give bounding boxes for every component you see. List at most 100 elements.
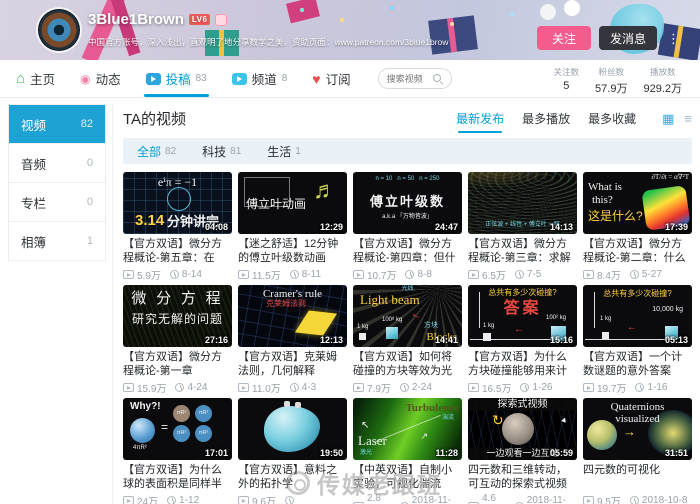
video-card[interactable]: 17:01 Why?!4πR²=πR²πR²πR²πR² 【官方双语】为什么球的… (123, 398, 232, 504)
video-card[interactable]: 05:59 探索式视频一边观看一边互动↻▲ 四元数和三维转动，可互动的探索式视频… (468, 398, 577, 504)
video-title[interactable]: 【官方双语】微分方程概论-第一章 (123, 350, 232, 378)
video-meta: 15.9万 4-24 (123, 380, 232, 395)
video-card[interactable]: 15:16 总共有多少次碰撞?答案1 kg100² kg← 【官方双语】为什么方… (468, 285, 577, 395)
filter-tech[interactable]: 科技 81 (202, 143, 241, 160)
video-thumbnail[interactable]: 11:28 Turbulence湍流Laser激光↖↗ (353, 398, 462, 460)
nav-item-channels[interactable]: 频道 8 (232, 60, 288, 97)
username-row: 3Blue1Brown LV6 (88, 11, 227, 28)
filter-all[interactable]: 全部 82 (137, 143, 176, 160)
publish-date: 4-3 (302, 382, 316, 393)
message-button[interactable]: 发消息 (599, 26, 657, 50)
play-count-group: 11.0万 (238, 380, 281, 395)
nav-item-home[interactable]: ⌂ 主页 (16, 60, 55, 97)
play-count-icon (238, 383, 249, 392)
video-card[interactable]: 31:51 Quaternionsvisualized→ 四元数的可视化 9.5… (583, 398, 692, 504)
thumbnail-text: 10,000 kg (652, 306, 683, 314)
video-thumbnail[interactable]: 05:59 探索式视频一边观看一边互动↻▲ (468, 398, 577, 460)
video-title[interactable]: 【官方双语】一个计数谜题的意外答案 (583, 350, 692, 378)
video-thumbnail[interactable]: 05:13 总共有多少次碰撞?10,000 kg1 kg← (583, 285, 692, 347)
thumbnail-text: 湍流 (442, 415, 454, 422)
video-card[interactable]: 27:16 微 分 方 程研究无解的问题 【官方双语】微分方程概论-第一章 15… (123, 285, 232, 395)
video-title[interactable]: 【官方双语】为什么方块碰撞能够用来计算π? (468, 350, 577, 378)
video-thumbnail[interactable]: 31:51 Quaternionsvisualized→ (583, 398, 692, 460)
thumbnail-text: 总共有多少次碰撞? (468, 289, 577, 298)
thumbnail-text: 1 kg (357, 324, 368, 331)
video-thumbnail[interactable]: 14:13 正弦波 + 线性 + 傅立叶 = 解 (468, 172, 577, 234)
level-badge: LV6 (189, 14, 211, 25)
video-title[interactable]: 【官方双语】微分方程概论-第三章：求解热传导方程 (468, 237, 577, 265)
content-area: 视频 82 音频 0 专栏 0 相簿 1 TA的视频 最新发布 最多播放 最多收… (0, 98, 700, 504)
video-thumbnail[interactable]: 27:16 微 分 方 程研究无解的问题 (123, 285, 232, 347)
video-title[interactable]: 【官方双语】微分方程概论-第四章：但什么是傅立叶级数呢? -从热 (353, 237, 462, 265)
follow-button[interactable]: 关注 (537, 26, 591, 50)
video-card[interactable]: 04:08 eⁱπ = −13.14分钟讲完 【官方双语】微分方程概论-第五章：… (123, 172, 232, 282)
video-card[interactable]: 19:50 【官方双语】意料之外的拓扑学 9.6万 (238, 398, 347, 504)
video-thumbnail[interactable]: 19:50 (238, 398, 347, 460)
video-title[interactable]: 【官方双语】微分方程概论-第五章：在3.14分钟内理解e^iπ (123, 237, 232, 265)
banner-gift-box (428, 15, 478, 54)
sidebar-item-videos[interactable]: 视频 82 (9, 105, 105, 144)
video-thumbnail[interactable]: 12:13 Cramer's rule克莱姆法则 (238, 285, 347, 347)
thumbnail-text: Laser (358, 434, 387, 448)
play-count-group: 5.9万 (123, 267, 161, 282)
thumbnail-text: Why?! (130, 401, 161, 412)
grid-view-icon[interactable]: ▦ (662, 112, 674, 125)
play-count-icon (123, 383, 134, 392)
video-thumbnail[interactable]: 12:29 傅立叶动画♬ (238, 172, 347, 234)
video-title[interactable]: 【官方双语】如何将碰撞的方块等效为光线...来计算π? (353, 350, 462, 378)
search-icon[interactable] (433, 74, 443, 84)
video-thumbnail[interactable]: 15:16 总共有多少次碰撞?答案1 kg100² kg← (468, 285, 577, 347)
video-card[interactable]: 14:41 光线Light beam方块Blocks1 kg100ᵈ kg← 【… (353, 285, 462, 395)
filter-life[interactable]: 生活 1 (267, 143, 301, 160)
sort-most-played[interactable]: 最多播放 (522, 110, 570, 127)
stat-label: 粉丝数 (599, 66, 625, 78)
sidebar-count: 0 (87, 196, 93, 208)
video-title[interactable]: 四元数的可视化 (583, 463, 692, 491)
sidebar-item-audio[interactable]: 音频 0 (9, 144, 105, 183)
video-card[interactable]: 14:13 正弦波 + 线性 + 傅立叶 = 解 【官方双语】微分方程概论-第三… (468, 172, 577, 282)
nav-item-uploads[interactable]: 投稿 83 (146, 60, 207, 97)
thumbnail-text: πR² (195, 425, 212, 442)
list-view-icon[interactable]: ≡ (684, 112, 692, 125)
video-card[interactable]: 11:28 Turbulence湍流Laser激光↖↗ 【中英双语】自制小实验，… (353, 398, 462, 504)
video-title[interactable]: 【官方双语】微分方程概论-第二章：什么是偏微分方程? (583, 237, 692, 265)
video-duration: 17:39 (665, 222, 688, 232)
thumbnail-text: 4πR² (133, 445, 147, 452)
video-title[interactable]: 【官方双语】为什么球的表面积是同样半径圆的面积的四倍? (123, 463, 232, 491)
more-menu-icon[interactable]: ⋮ (667, 32, 680, 45)
thumbnail-text: 100² kg (546, 315, 566, 322)
video-thumbnail[interactable]: 17:01 Why?!4πR²=πR²πR²πR²πR² (123, 398, 232, 460)
video-title[interactable]: 【中英双语】自制小实验，可视化湍流 (353, 463, 462, 491)
sidebar-item-articles[interactable]: 专栏 0 (9, 183, 105, 222)
sort-newest[interactable]: 最新发布 (456, 110, 504, 127)
video-card[interactable]: 12:29 傅立叶动画♬ 【迷之舒适】12分钟的傅立叶级数动画 11.5万 8-… (238, 172, 347, 282)
video-thumbnail[interactable]: 04:08 eⁱπ = −13.14分钟讲完 (123, 172, 232, 234)
avatar[interactable] (36, 7, 82, 53)
play-count-icon (353, 270, 364, 279)
sort-most-favorited[interactable]: 最多收藏 (588, 110, 636, 127)
search-input[interactable] (387, 74, 433, 84)
play-count: 24万 (137, 493, 158, 504)
video-thumbnail[interactable]: 17:39 What isthis?这是什么?∂T/∂t = α∇²T (583, 172, 692, 234)
sidebar-item-albums[interactable]: 相簿 1 (9, 222, 105, 261)
video-thumbnail[interactable]: 24:47 n = 10 n = 50 n = 250傅立叶级数a.k.a 「万… (353, 172, 462, 234)
video-card[interactable]: 17:39 What isthis?这是什么?∂T/∂t = α∇²T 【官方双… (583, 172, 692, 282)
play-count: 16.5万 (482, 380, 511, 395)
video-title[interactable]: 【官方双语】意料之外的拓扑学 (238, 463, 347, 491)
video-title[interactable]: 【官方双语】克莱姆法则，几何解释 (238, 350, 347, 378)
thumbnail-text: 傅立叶级数 (353, 195, 462, 209)
thumbnail-text: ↖ (361, 420, 369, 431)
stat-plays: 播放数 929.2万 (643, 66, 682, 96)
video-thumbnail[interactable]: 14:41 光线Light beam方块Blocks1 kg100ᵈ kg← (353, 285, 462, 347)
video-card[interactable]: 12:13 Cramer's rule克莱姆法则 【官方双语】克莱姆法则，几何解… (238, 285, 347, 395)
video-title[interactable]: 【迷之舒适】12分钟的傅立叶级数动画 (238, 237, 347, 265)
video-search-box[interactable] (378, 68, 452, 89)
clock-icon (630, 496, 639, 504)
nav-item-dynamics[interactable]: ◉ 动态 (80, 60, 121, 97)
thumbnail-text: this? (592, 194, 613, 206)
video-card[interactable]: 05:13 总共有多少次碰撞?10,000 kg1 kg← 【官方双语】一个计数… (583, 285, 692, 395)
nav-item-subscriptions[interactable]: ♥ 订阅 (312, 60, 350, 97)
video-card[interactable]: 24:47 n = 10 n = 50 n = 250傅立叶级数a.k.a 「万… (353, 172, 462, 282)
video-title[interactable]: 四元数和三维转动，可互动的探索式视频（请看链接） (468, 463, 577, 491)
nav-label: 动态 (96, 69, 121, 88)
